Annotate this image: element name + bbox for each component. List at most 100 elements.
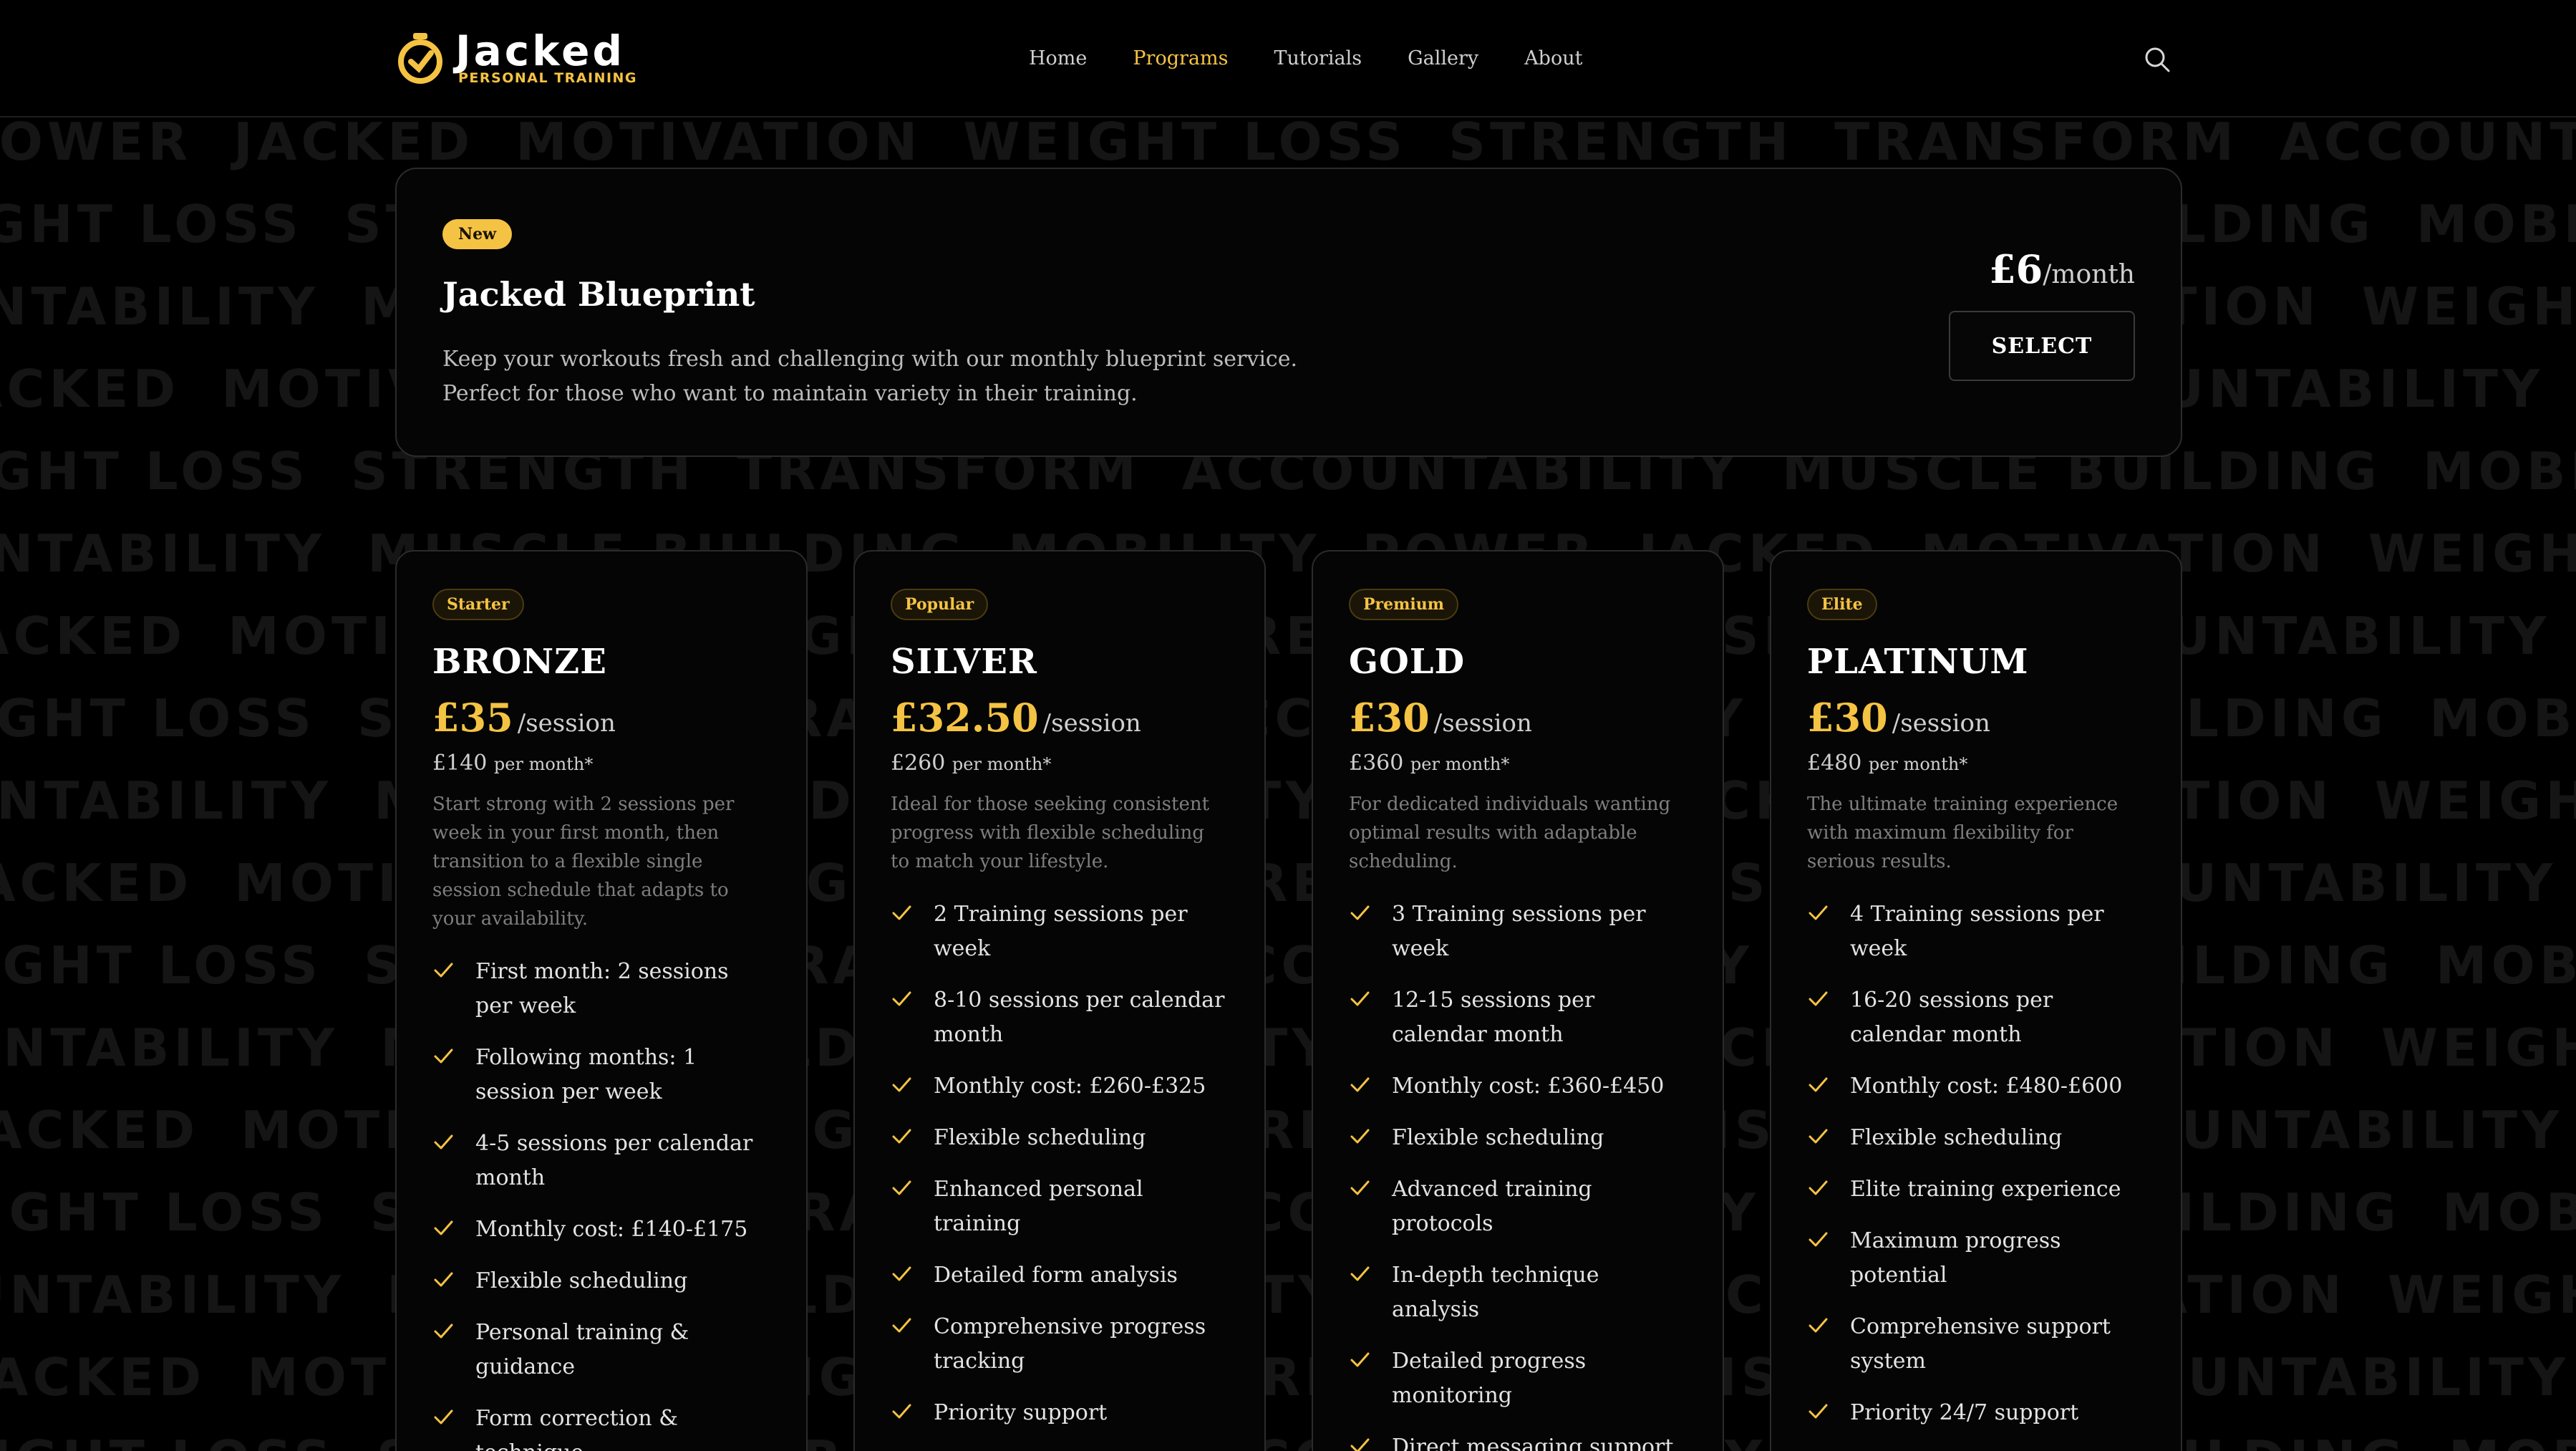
plan-monthly-cost: £480 per month* <box>1807 751 2145 776</box>
nav-gallery[interactable]: Gallery <box>1408 44 1478 73</box>
background-word: WEIGHT LOSS <box>2381 1018 2576 1078</box>
search-icon[interactable] <box>2142 44 2172 74</box>
background-word: MOBILITY <box>2429 688 2576 748</box>
feature-text: Flexible scheduling <box>475 1268 688 1293</box>
background-word: STRENGTH <box>1448 119 1793 172</box>
logo-wordmark: Jacked <box>455 26 625 75</box>
feature-item: First month: 2 sessions per week <box>432 955 770 1023</box>
check-icon <box>1808 905 1828 920</box>
plan-name: SILVER <box>891 642 1037 682</box>
feature-text: 16-20 sessions per calendar month <box>1850 988 2053 1047</box>
site-header: Jacked PERSONAL TRAINING Home Programs T… <box>0 0 2576 117</box>
feature-item: Maximum progress potential <box>1807 1224 2145 1293</box>
logo[interactable]: Jacked PERSONAL TRAINING <box>395 29 667 89</box>
plan-card-bronze[interactable]: Starter BRONZE £35/session £140 per month* S… <box>395 550 808 1451</box>
feature-item: Flexible scheduling <box>891 1121 1229 1155</box>
blueprint-description-line: Perfect for those who want to maintain v… <box>442 381 1138 406</box>
feature-text: Detailed progress monitoring <box>1392 1349 1587 1408</box>
check-icon <box>1808 1404 1828 1419</box>
select-button[interactable]: SELECT <box>1949 311 2135 381</box>
plan-card-silver[interactable]: Popular SILVER £32.50/session £260 per mont… <box>853 550 1266 1451</box>
plan-card-platinum[interactable]: Elite PLATINUM £30/session £480 per month* T… <box>1770 550 2182 1451</box>
check-icon <box>1808 1318 1828 1333</box>
plan-monthly-amount: £140 <box>432 751 488 776</box>
plan-card-gold[interactable]: Premium GOLD £30/session £360 per month* For… <box>1312 550 1724 1451</box>
blueprint-price: £6/month <box>1989 246 2135 292</box>
feature-item: 2 Training sessions per week <box>891 897 1229 966</box>
background-word: ACCOUNTABILITY <box>0 524 326 584</box>
check-icon <box>1808 991 1828 1006</box>
plan-monthly-amount: £480 <box>1807 751 1862 776</box>
background-word: POWER <box>0 119 193 172</box>
feature-item: Flexible scheduling <box>1349 1121 1687 1155</box>
feature-text: 2 Training sessions per week <box>934 902 1188 961</box>
feature-text: 3 Training sessions per week <box>1392 902 1646 961</box>
feature-item: 4-5 sessions per calendar month <box>432 1127 770 1195</box>
nav-home[interactable]: Home <box>1029 44 1087 73</box>
nav-programs[interactable]: Programs <box>1133 44 1228 73</box>
background-word: WEIGHT LOSS <box>0 194 303 254</box>
background-word-row: POWERJACKEDMOTIVATIONWEIGHT LOSSSTRENGTH… <box>0 1100 2576 1160</box>
blueprint-price-amount: £6 <box>1989 246 2043 292</box>
plan-price-unit: /session <box>517 709 616 738</box>
feature-item: 8-10 sessions per calendar month <box>891 983 1229 1052</box>
feature-item: Priority support <box>891 1396 1229 1430</box>
nav-about[interactable]: About <box>1524 44 1582 73</box>
feature-text: Enhanced personal training <box>934 1177 1143 1236</box>
feature-item: Following months: 1 session per week <box>432 1041 770 1109</box>
plan-monthly-suffix: per month* <box>1410 754 1510 774</box>
background-word-row: ACCOUNTABILITYMUSCLE BUILDINGMOBILITYPOW… <box>0 1018 2576 1078</box>
feature-text: 12-15 sessions per calendar month <box>1392 988 1595 1047</box>
feature-item: Monthly cost: £260-£325 <box>891 1069 1229 1104</box>
check-icon <box>434 1220 453 1235</box>
check-icon <box>434 1134 453 1149</box>
plan-badge: Popular <box>891 589 989 620</box>
feature-list: 3 Training sessions per week 12-15 sessio… <box>1349 897 1687 1451</box>
feature-item: Monthly cost: £480-£600 <box>1807 1069 2145 1104</box>
feature-item: Monthly cost: £360-£450 <box>1349 1069 1687 1104</box>
feature-text: Comprehensive progress tracking <box>934 1314 1206 1374</box>
feature-text: Comprehensive support system <box>1850 1314 2111 1374</box>
nav-tutorials[interactable]: Tutorials <box>1274 44 1362 73</box>
feature-text: 4 Training sessions per week <box>1850 902 2104 961</box>
background-word: WEIGHT LOSS <box>2368 524 2576 584</box>
background-word: MOBILITY <box>2449 1430 2576 1451</box>
feature-text: Priority support <box>934 1400 1108 1425</box>
background-word: JACKED <box>233 119 475 172</box>
feature-item: Comprehensive progress tracking <box>891 1310 1229 1379</box>
check-icon <box>892 1077 911 1092</box>
plan-name: BRONZE <box>432 642 607 682</box>
blueprint-price-period: /month <box>2043 260 2135 289</box>
feature-item: Monthly cost: £140-£175 <box>432 1213 770 1247</box>
plan-price-amount: £35 <box>432 695 513 741</box>
background-word-row: WEIGHT LOSSSTRENGTHTRANSFORMACCOUNTABILI… <box>0 1182 2576 1243</box>
background-word-row: POWERJACKEDMOTIVATIONWEIGHT LOSSSTRENGTH… <box>0 606 2576 666</box>
feature-text: Monthly cost: £140-£175 <box>475 1217 748 1242</box>
plan-badge: Starter <box>432 589 524 620</box>
plan-price-amount: £30 <box>1807 695 1888 741</box>
feature-item: Comprehensive support system <box>1807 1310 2145 1379</box>
feature-item: In-depth technique analysis <box>1349 1258 1687 1327</box>
feature-item: 3 Training sessions per week <box>1349 897 1687 966</box>
feature-text: In-depth technique analysis <box>1392 1263 1599 1322</box>
check-icon <box>1350 905 1370 920</box>
feature-item: Form correction & technique <box>432 1402 770 1451</box>
background-word: WEIGHT LOSS <box>0 688 316 748</box>
background-word: JACKED <box>0 1100 200 1160</box>
feature-text: Detailed form analysis <box>934 1263 1178 1288</box>
background-word-row: POWERJACKEDMOTIVATIONWEIGHT LOSSSTRENGTH… <box>0 1347 2576 1407</box>
check-icon <box>1808 1129 1828 1144</box>
check-icon <box>434 1409 453 1425</box>
plan-monthly-suffix: per month* <box>952 754 1052 774</box>
background-word: ACCOUNTABILITY <box>0 1018 339 1078</box>
plan-price-unit: /session <box>1433 709 1532 738</box>
feature-text: Monthly cost: £480-£600 <box>1850 1074 2123 1099</box>
check-icon <box>1350 1352 1370 1367</box>
plan-price: £35/session <box>432 695 770 741</box>
check-icon <box>1350 1077 1370 1092</box>
feature-text: 8-10 sessions per calendar month <box>934 988 1225 1047</box>
feature-item: Flexible scheduling <box>1807 1121 2145 1155</box>
blueprint-card: New Jacked Blueprint Keep your workouts … <box>395 168 2182 457</box>
check-icon <box>1350 1129 1370 1144</box>
feature-text: Personal training & guidance <box>475 1320 689 1379</box>
